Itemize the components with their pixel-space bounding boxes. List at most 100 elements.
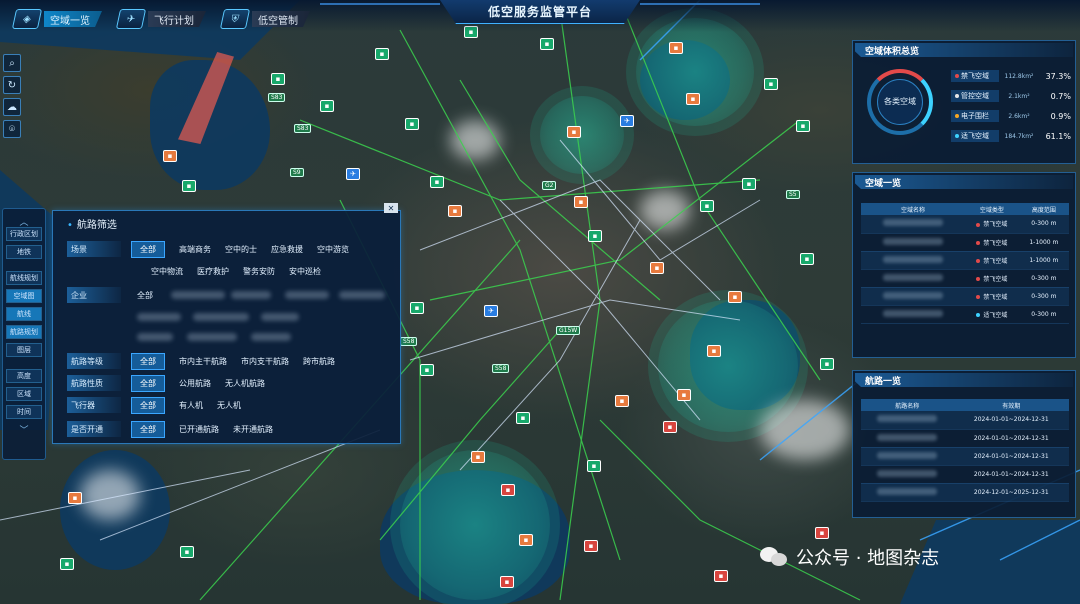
filter-option[interactable]: 空中的士 xyxy=(225,244,257,255)
table-row[interactable]: 适飞空域 0-300 m xyxy=(861,305,1069,324)
restricted-marker[interactable]: ▪ xyxy=(714,570,728,582)
vertiport-marker[interactable]: ▪ xyxy=(800,253,814,265)
filter-option[interactable]: 未开通航路 xyxy=(233,424,273,435)
vertiport-marker[interactable]: ▪ xyxy=(588,230,602,242)
filter-option[interactable]: 空中游览 xyxy=(317,244,349,255)
vertiport-marker[interactable]: ▪ xyxy=(271,73,285,85)
close-icon[interactable]: ✕ xyxy=(384,203,398,213)
vertiport-marker[interactable]: ▪ xyxy=(182,180,196,192)
chevron-down-icon[interactable]: ﹀ xyxy=(6,423,42,436)
table-row[interactable]: 2024-01-01~2024-12-31 xyxy=(861,429,1069,448)
vertiport-marker[interactable]: ▪ xyxy=(375,48,389,60)
vertiport-marker[interactable]: ▪ xyxy=(410,302,424,314)
restricted-marker[interactable]: ▪ xyxy=(815,527,829,539)
table-row[interactable]: 2024-01-01~2024-12-31 xyxy=(861,465,1069,484)
side-item-airway-planning[interactable]: 航路规划 xyxy=(6,325,42,339)
vertiport-marker[interactable]: ▪ xyxy=(742,178,756,190)
filter-option-all[interactable]: 全部 xyxy=(137,290,153,301)
filter-option[interactable]: 公用航路 xyxy=(179,378,211,389)
vertiport-marker[interactable]: ▪ xyxy=(430,176,444,188)
table-row[interactable]: 禁飞空域 0-300 m xyxy=(861,287,1069,306)
helipad-marker[interactable]: ▪ xyxy=(68,492,82,504)
filter-option[interactable]: 有人机 xyxy=(179,400,203,411)
filter-option[interactable]: 市内主干航路 xyxy=(179,356,227,367)
table-row[interactable]: 2024-01-01~2024-12-31 xyxy=(861,447,1069,466)
helipad-marker[interactable]: ▪ xyxy=(669,42,683,54)
restricted-marker[interactable]: ▪ xyxy=(500,576,514,588)
vertiport-marker[interactable]: ▪ xyxy=(700,200,714,212)
side-item-time[interactable]: 时间 xyxy=(6,405,42,419)
restricted-marker[interactable]: ▪ xyxy=(584,540,598,552)
vertiport-marker[interactable]: ▪ xyxy=(420,364,434,376)
airport-marker[interactable]: ✈ xyxy=(484,305,498,317)
vertiport-marker[interactable]: ▪ xyxy=(516,412,530,424)
restricted-marker[interactable]: ▪ xyxy=(501,484,515,496)
search-icon[interactable]: ⌕ xyxy=(3,54,21,72)
helipad-marker[interactable]: ▪ xyxy=(686,93,700,105)
side-item-admin-division[interactable]: 行政区划 xyxy=(6,227,42,241)
helipad-marker[interactable]: ▪ xyxy=(615,395,629,407)
vertiport-marker[interactable]: ▪ xyxy=(320,100,334,112)
filter-option[interactable]: 无人机 xyxy=(217,400,241,411)
filter-option-all[interactable]: 全部 xyxy=(131,240,165,258)
tab-low-altitude-control[interactable]: ⛨ 低空管制 xyxy=(219,9,310,29)
helipad-marker[interactable]: ▪ xyxy=(163,150,177,162)
filter-option-all[interactable]: 全部 xyxy=(131,374,165,392)
refresh-icon[interactable]: ↻ xyxy=(3,76,21,94)
side-item-altitude[interactable]: 高度 xyxy=(6,369,42,383)
table-row[interactable]: 2024-12-01~2025-12-31 xyxy=(861,483,1069,502)
table-row[interactable]: 2024-01-01~2024-12-31 xyxy=(861,411,1069,430)
filter-option[interactable]: 高端商务 xyxy=(179,244,211,255)
airport-marker[interactable]: ✈ xyxy=(620,115,634,127)
helipad-marker[interactable]: ▪ xyxy=(567,126,581,138)
side-item-route-planning[interactable]: 航线规划 xyxy=(6,271,42,285)
chevron-up-icon[interactable]: ︿ xyxy=(6,215,42,228)
vertiport-marker[interactable]: ▪ xyxy=(820,358,834,370)
vertiport-marker[interactable]: ▪ xyxy=(587,460,601,472)
table-row[interactable]: 禁飞空域 1-1000 m xyxy=(861,251,1069,270)
table-row[interactable]: 禁飞空域 0-300 m xyxy=(861,269,1069,288)
airport-marker[interactable]: ✈ xyxy=(346,168,360,180)
vertiport-marker[interactable]: ▪ xyxy=(764,78,778,90)
filter-option[interactable]: 空中物流 xyxy=(151,266,183,277)
helipad-marker[interactable]: ▪ xyxy=(728,291,742,303)
vertiport-marker[interactable]: ▪ xyxy=(180,546,194,558)
side-item-routes[interactable]: 航线 xyxy=(6,307,42,321)
filter-option-all[interactable]: 全部 xyxy=(131,352,165,370)
stat-row-no-fly[interactable]: 禁飞空域 112.8km² 37.3% xyxy=(951,69,1071,83)
helipad-marker[interactable]: ▪ xyxy=(471,451,485,463)
filter-option[interactable]: 安中巡检 xyxy=(289,266,321,277)
stat-row-flyable[interactable]: 适飞空域 184.7km² 61.1% xyxy=(951,129,1071,143)
filter-option[interactable]: 医疗救护 xyxy=(197,266,229,277)
filter-option[interactable]: 跨市航路 xyxy=(303,356,335,367)
helipad-marker[interactable]: ▪ xyxy=(677,389,691,401)
filter-option[interactable]: 无人机航路 xyxy=(225,378,265,389)
helipad-marker[interactable]: ▪ xyxy=(574,196,588,208)
location-icon[interactable]: ⌾ xyxy=(3,120,21,138)
side-item-region[interactable]: 区域 xyxy=(6,387,42,401)
helipad-marker[interactable]: ▪ xyxy=(519,534,533,546)
filter-option[interactable]: 警务安防 xyxy=(243,266,275,277)
vertiport-marker[interactable]: ▪ xyxy=(796,120,810,132)
tab-airspace-overview[interactable]: ◈ 空域一览 xyxy=(11,9,102,29)
filter-option[interactable]: 应急救援 xyxy=(271,244,303,255)
vertiport-marker[interactable]: ▪ xyxy=(405,118,419,130)
weather-icon[interactable]: ☁ xyxy=(3,98,21,116)
table-row[interactable]: 禁飞空域 1-1000 m xyxy=(861,233,1069,252)
vertiport-marker[interactable]: ▪ xyxy=(540,38,554,50)
side-item-layers[interactable]: 图层 xyxy=(6,343,42,357)
table-row[interactable]: 禁飞空域 0-300 m xyxy=(861,215,1069,234)
side-item-airspace-map[interactable]: 空域图 xyxy=(6,289,42,303)
helipad-marker[interactable]: ▪ xyxy=(650,262,664,274)
restricted-marker[interactable]: ▪ xyxy=(663,421,677,433)
filter-option[interactable]: 市内支干航路 xyxy=(241,356,289,367)
vertiport-marker[interactable]: ▪ xyxy=(60,558,74,570)
filter-option-all[interactable]: 全部 xyxy=(131,420,165,438)
helipad-marker[interactable]: ▪ xyxy=(448,205,462,217)
filter-option-all[interactable]: 全部 xyxy=(131,396,165,414)
tab-flight-plan[interactable]: ✈ 飞行计划 xyxy=(115,9,206,29)
helipad-marker[interactable]: ▪ xyxy=(707,345,721,357)
stat-row-geofence[interactable]: 电子围栏 2.6km² 0.9% xyxy=(951,109,1071,123)
filter-option[interactable]: 已开通航路 xyxy=(179,424,219,435)
stat-row-controlled[interactable]: 管控空域 2.1km² 0.7% xyxy=(951,89,1071,103)
